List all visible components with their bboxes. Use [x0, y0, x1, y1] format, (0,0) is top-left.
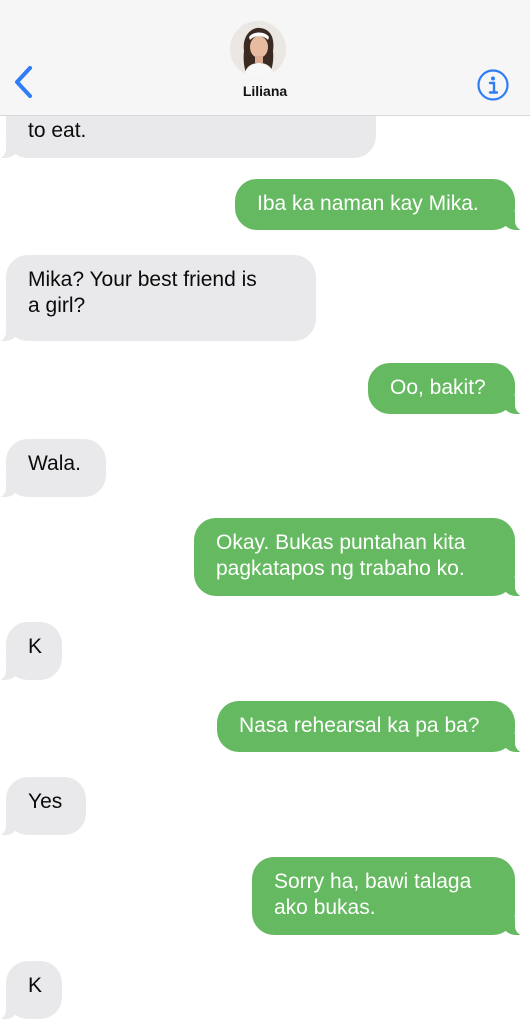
avatar-photo [230, 21, 286, 77]
contact-name[interactable]: Liliana [0, 83, 530, 99]
message-text: Iba ka naman kay Mika. [257, 192, 479, 215]
message-bubble-incoming[interactable]: Yes [0, 777, 86, 836]
message-bubble-outgoing[interactable]: Nasa rehearsal ka pa ba? [217, 701, 530, 753]
message-bubble-incoming[interactable]: Mika? Your best friend is a girl? [0, 255, 316, 342]
message-text: Yes [28, 790, 63, 813]
message-bubble-outgoing[interactable]: Oo, bakit? [368, 363, 530, 415]
message-text: Oo, bakit? [390, 376, 486, 399]
info-button[interactable] [476, 68, 510, 102]
message-bubble-outgoing[interactable]: Iba ka naman kay Mika. [235, 179, 530, 231]
contact-avatar[interactable] [230, 21, 286, 77]
message-bubble-outgoing[interactable]: Sorry ha, bawi talaga ako bukas. [252, 857, 530, 936]
message-text: Sorry ha, bawi talaga ako bukas. [274, 870, 472, 919]
message-bubble-incoming[interactable]: K [0, 622, 62, 681]
message-text: to eat. [28, 119, 87, 142]
message-text: Okay. Bukas puntahan kita pagkatapos ng … [216, 531, 466, 580]
message-text: K [28, 974, 43, 997]
message-text: Nasa rehearsal ka pa ba? [239, 714, 480, 737]
message-bubble-incoming[interactable]: Wala. [0, 439, 106, 498]
message-text: Wala. [28, 452, 81, 475]
message-thread[interactable]: to eat. Iba ka naman kay Mika. Mika? You… [0, 0, 530, 1024]
message-bubble-outgoing[interactable]: Okay. Bukas puntahan kita pagkatapos ng … [194, 518, 530, 597]
message-bubble-incoming[interactable]: K [0, 961, 62, 1020]
message-text: K [28, 635, 43, 658]
info-circle-icon [477, 69, 509, 101]
conversation-header: Liliana [0, 0, 530, 116]
message-text: Mika? Your best friend is a girl? [28, 268, 257, 317]
